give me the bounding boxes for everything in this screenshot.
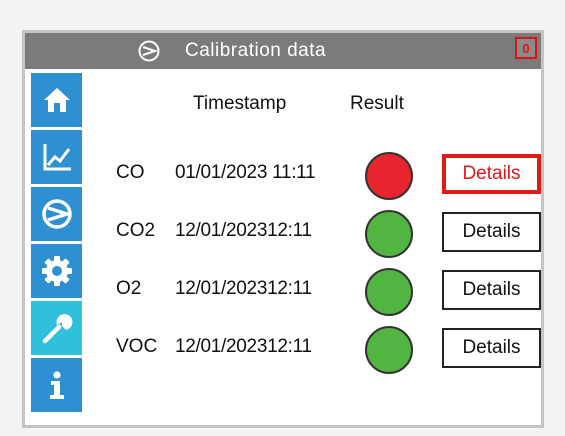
device-screen: Calibration data 0 Timestamp Result CO 0… xyxy=(22,30,544,428)
table-row: CO2 12/01/202312:11 Details xyxy=(25,208,541,258)
alert-badge[interactable]: 0 xyxy=(515,37,537,59)
details-button[interactable]: Details xyxy=(442,154,541,194)
timestamp-value: 12/01/202312:11 xyxy=(175,220,312,241)
sidebar-item-home[interactable] xyxy=(31,73,82,127)
result-indicator xyxy=(365,326,413,374)
title-bar: Calibration data 0 xyxy=(25,33,541,69)
timestamp-value: 12/01/202312:11 xyxy=(175,336,312,357)
details-button[interactable]: Details xyxy=(442,212,541,252)
table-row: O2 12/01/202312:11 Details xyxy=(25,266,541,316)
details-button[interactable]: Details xyxy=(442,328,541,368)
alert-count: 0 xyxy=(522,40,530,56)
gas-label: VOC xyxy=(116,336,158,357)
column-header-result: Result xyxy=(350,93,404,114)
compressor-icon xyxy=(138,40,160,62)
column-header-timestamp: Timestamp xyxy=(193,93,287,114)
result-indicator xyxy=(365,268,413,316)
gas-label: O2 xyxy=(116,278,142,299)
page-title: Calibration data xyxy=(185,40,327,61)
details-button[interactable]: Details xyxy=(442,270,541,310)
timestamp-value: 12/01/202312:11 xyxy=(175,278,312,299)
result-indicator xyxy=(365,210,413,258)
home-icon xyxy=(43,88,70,112)
result-indicator xyxy=(365,152,413,200)
timestamp-value: 01/01/2023 11:11 xyxy=(175,162,316,183)
table-row: CO 01/01/2023 11:11 Details xyxy=(25,150,541,200)
gas-label: CO xyxy=(116,162,145,183)
table-row: VOC 12/01/202312:11 Details xyxy=(25,324,541,374)
gas-label: CO2 xyxy=(116,220,156,241)
